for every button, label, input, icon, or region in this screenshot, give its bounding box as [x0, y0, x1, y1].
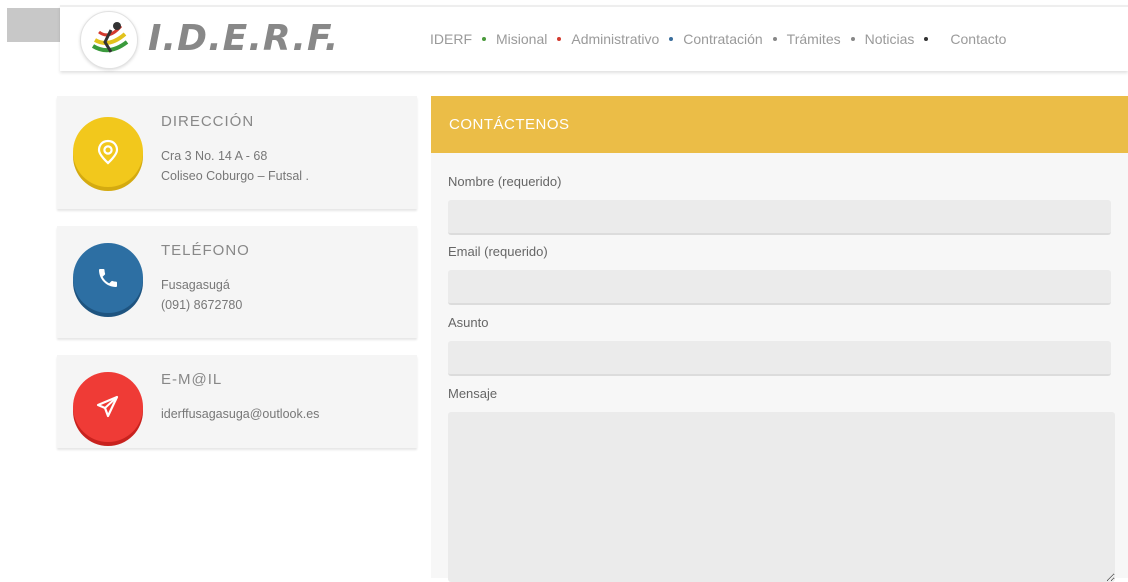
- nav-separator-dot: [557, 37, 562, 41]
- nav-separator-dot: [772, 37, 777, 41]
- email-title: E-M@IL: [161, 371, 223, 388]
- address-line-1: Cra 3 No. 14 A - 68: [161, 149, 268, 163]
- address-line-2: Coliseo Coburgo – Futsal .: [161, 169, 309, 183]
- phone-line-1: Fusagasugá: [161, 278, 230, 292]
- nav-separator-dot: [924, 37, 929, 41]
- phone-title: TELÉFONO: [161, 242, 250, 259]
- logo-icon[interactable]: [80, 11, 138, 69]
- address-circle: [73, 117, 143, 187]
- location-pin-icon: [97, 139, 119, 165]
- paper-plane-icon: [96, 395, 119, 418]
- email-address[interactable]: iderffusagasuga@outlook.es: [161, 407, 319, 421]
- corner-block: [7, 8, 60, 42]
- nav-item-misional[interactable]: Misional: [496, 31, 547, 47]
- nav-item-tramites[interactable]: Trámites: [787, 31, 841, 47]
- nav-separator-dot: [482, 37, 486, 41]
- message-label: Mensaje: [448, 386, 498, 401]
- name-label: Nombre (requerido): [448, 174, 562, 189]
- name-field[interactable]: [448, 200, 1111, 235]
- nav-item-contratacion[interactable]: Contratación: [683, 31, 762, 47]
- site-header: I.D.E.R.F. IDERF Misional Administrativo…: [60, 5, 1128, 71]
- email-circle: [73, 372, 143, 442]
- phone-line-2[interactable]: (091) 8672780: [161, 298, 242, 312]
- nav-separator-dot: [850, 37, 855, 41]
- email-card: E-M@IL iderffusagasuga@outlook.es: [57, 355, 417, 448]
- nav-item-noticias[interactable]: Noticias: [865, 31, 915, 47]
- contact-form-header: CONTÁCTENOS: [431, 96, 1128, 153]
- contact-form: CONTÁCTENOS Nombre (requerido) Email (re…: [431, 96, 1128, 582]
- phone-icon: [99, 269, 117, 287]
- subject-field[interactable]: [448, 341, 1111, 376]
- logo-text: I.D.E.R.F.: [148, 18, 340, 59]
- address-card: DIRECCIÓN Cra 3 No. 14 A - 68 Coliseo Co…: [57, 96, 417, 209]
- email-label: Email (requerido): [448, 244, 548, 259]
- nav-item-administrativo[interactable]: Administrativo: [571, 31, 659, 47]
- address-title: DIRECCIÓN: [161, 113, 255, 130]
- contact-form-title: CONTÁCTENOS: [449, 116, 570, 133]
- nav-item-iderf[interactable]: IDERF: [430, 31, 472, 47]
- nav-item-contacto[interactable]: Contacto: [950, 31, 1006, 47]
- main-nav: IDERF Misional Administrativo Contrataci…: [430, 7, 1006, 71]
- nav-separator-dot: [669, 37, 674, 41]
- subject-label: Asunto: [448, 315, 489, 330]
- phone-circle: [73, 243, 143, 313]
- email-field[interactable]: [448, 270, 1111, 305]
- phone-card: TELÉFONO Fusagasugá (091) 8672780: [57, 226, 417, 338]
- message-field[interactable]: [448, 412, 1115, 582]
